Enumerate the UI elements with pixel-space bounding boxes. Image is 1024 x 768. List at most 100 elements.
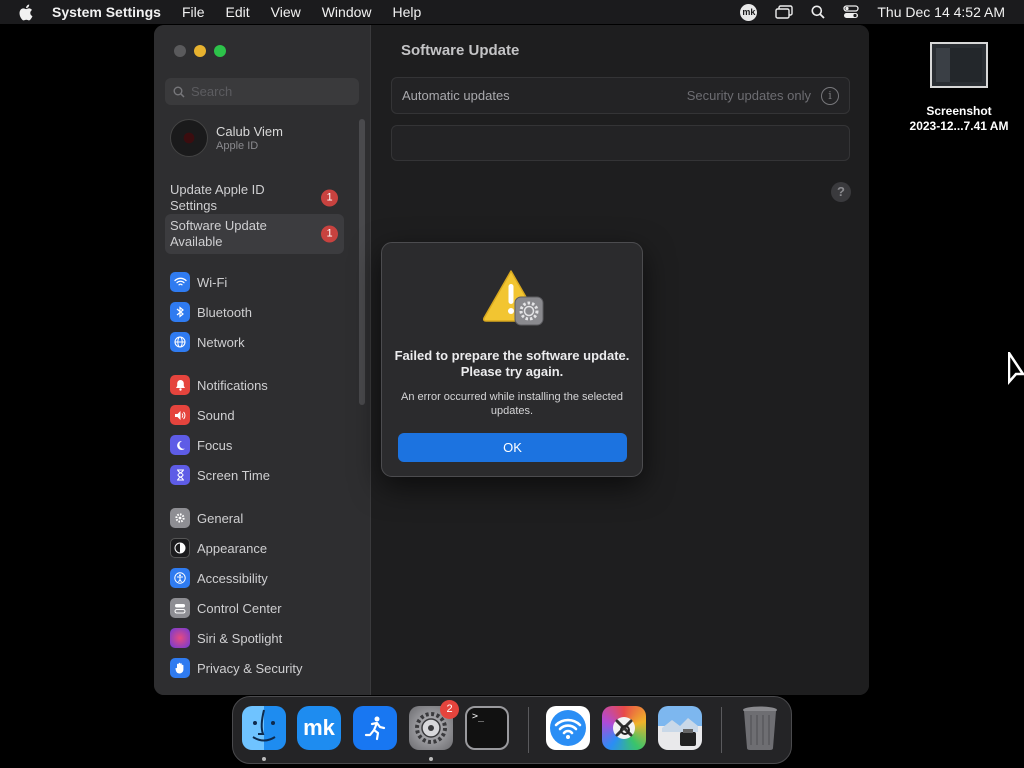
window-minimize-button[interactable]	[194, 45, 206, 57]
wifi-icon	[170, 272, 190, 292]
moon-icon	[170, 435, 190, 455]
sidebar-item-label: Siri & Spotlight	[197, 630, 283, 646]
menu-help[interactable]: Help	[393, 4, 422, 20]
desktop-screenshot-file[interactable]: Screenshot 2023-12...7.41 AM	[898, 42, 1020, 134]
trash-icon[interactable]	[738, 706, 782, 750]
finder-icon[interactable]	[242, 706, 286, 750]
sidebar-item-wifi[interactable]: Wi-Fi	[170, 271, 227, 293]
sidebar-item-label: General	[197, 510, 244, 526]
sidebar-item-general[interactable]: General	[170, 507, 243, 529]
screenshot-thumbnail	[930, 42, 988, 88]
tools-icon[interactable]	[602, 706, 646, 750]
screen-mirroring-icon[interactable]	[775, 5, 794, 19]
error-alert-dialog: Failed to prepare the software update. P…	[381, 242, 643, 477]
menu-file[interactable]: File	[182, 4, 205, 20]
page-title: Software Update	[401, 42, 520, 59]
bell-icon	[170, 375, 190, 395]
sidebar-item-label: Focus	[197, 437, 233, 453]
sidebar-item-bluetooth[interactable]: Bluetooth	[170, 301, 252, 323]
sidebar-item-label: Screen Time	[197, 467, 270, 483]
control-center-icon	[170, 598, 190, 618]
search-input[interactable]	[191, 84, 351, 99]
file-name-line-1: Screenshot	[926, 104, 992, 118]
sidebar-search-field[interactable]	[165, 78, 359, 105]
software-update-available-item[interactable]: Software Update Available 1	[165, 214, 344, 254]
hand-icon	[170, 658, 190, 678]
wifi-app-icon[interactable]	[546, 706, 590, 750]
sidebar-item-sound[interactable]: Sound	[170, 404, 235, 426]
sidebar-item-appearance[interactable]: Appearance	[170, 537, 267, 559]
sidebar-item-label: Appearance	[197, 540, 268, 556]
sidebar-item-label: Notifications	[197, 377, 268, 393]
sidebar-item-label: Network	[197, 334, 245, 350]
sidebar-item-control-center[interactable]: Control Center	[170, 597, 282, 619]
automatic-updates-label: Automatic updates	[402, 88, 510, 103]
control-center-icon[interactable]	[843, 5, 860, 19]
menu-view[interactable]: View	[271, 4, 301, 20]
running-indicator	[429, 757, 433, 761]
mk-icon-label: mk	[740, 3, 758, 21]
sidebar-item-label: Accessibility	[197, 570, 268, 586]
update-apple-id-settings-item[interactable]: Update Apple ID Settings 1	[165, 178, 344, 218]
window-close-button[interactable]	[174, 45, 186, 57]
apple-id-account[interactable]: Calub Viem Apple ID	[170, 119, 283, 157]
terminal-icon[interactable]: >_	[465, 706, 509, 750]
bluetooth-icon	[170, 302, 190, 322]
automatic-updates-value: Security updates only	[686, 88, 811, 103]
ok-button[interactable]: OK	[398, 433, 627, 462]
preview-icon[interactable]	[658, 706, 702, 750]
mk-app-icon[interactable]: mk	[297, 706, 341, 750]
menu-window[interactable]: Window	[322, 4, 372, 20]
help-button[interactable]: ?	[831, 182, 851, 202]
sidebar-item-label: Bluetooth	[197, 304, 252, 320]
appearance-icon	[170, 538, 190, 558]
siri-icon	[170, 628, 190, 648]
mk-icon[interactable]: mk	[740, 3, 758, 21]
account-name: Calub Viem	[216, 124, 283, 139]
mouse-cursor-icon	[1008, 352, 1024, 386]
running-indicator	[262, 757, 266, 761]
dialog-message: An error occurred while installing the s…	[401, 391, 623, 417]
notice-label: Update Apple ID Settings	[170, 182, 265, 213]
menu-bar: System Settings File Edit View Window He…	[0, 0, 1024, 24]
accessibility-icon	[170, 568, 190, 588]
sidebar-item-privacy-security[interactable]: Privacy & Security	[170, 657, 302, 679]
sidebar-item-label: Privacy & Security	[197, 660, 303, 676]
apple-menu-icon[interactable]	[18, 4, 36, 21]
search-icon[interactable]	[811, 5, 825, 19]
dock-separator	[721, 707, 722, 753]
sidebar-item-accessibility[interactable]: Accessibility	[170, 567, 268, 589]
sidebar-item-siri-spotlight[interactable]: Siri & Spotlight	[170, 627, 282, 649]
notification-badge: 1	[321, 225, 338, 243]
mk-app-label: mk	[303, 715, 335, 740]
notice-label: Software Update Available	[170, 218, 267, 249]
warning-settings-icon	[483, 270, 544, 326]
sidebar-item-screen-time[interactable]: Screen Time	[170, 464, 270, 486]
automatic-updates-row: Automatic updates Security updates only …	[391, 77, 850, 114]
sidebar-scrollbar[interactable]	[359, 119, 365, 405]
sidebar-item-label: Wi-Fi	[197, 274, 228, 290]
sidebar-item-notifications[interactable]: Notifications	[170, 374, 268, 396]
hourglass-icon	[170, 465, 190, 485]
speaker-icon	[170, 405, 190, 425]
dock: mk 2 >_	[232, 696, 792, 764]
gear-icon	[170, 508, 190, 528]
settings-gear-icon[interactable]: 2	[409, 700, 459, 750]
runner-icon[interactable]	[353, 706, 397, 750]
account-subtitle: Apple ID	[216, 140, 259, 152]
avatar	[170, 119, 208, 157]
sidebar-item-label: Control Center	[197, 600, 282, 616]
dock-separator	[528, 707, 529, 753]
sidebar-item-focus[interactable]: Focus	[170, 434, 232, 456]
menu-app-name[interactable]: System Settings	[52, 4, 161, 20]
info-icon[interactable]: i	[821, 86, 839, 105]
terminal-prompt-label: >_	[472, 711, 485, 722]
sidebar-item-label: Sound	[197, 407, 235, 423]
menu-bar-clock[interactable]: Thu Dec 14 4:52 AM	[877, 4, 1005, 20]
search-icon	[173, 86, 185, 98]
menu-edit[interactable]: Edit	[226, 4, 250, 20]
dock-badge: 2	[440, 700, 459, 719]
sidebar-item-network[interactable]: Network	[170, 331, 245, 353]
file-name-line-2: 2023-12...7.41 AM	[909, 119, 1009, 133]
window-zoom-button[interactable]	[214, 45, 226, 57]
